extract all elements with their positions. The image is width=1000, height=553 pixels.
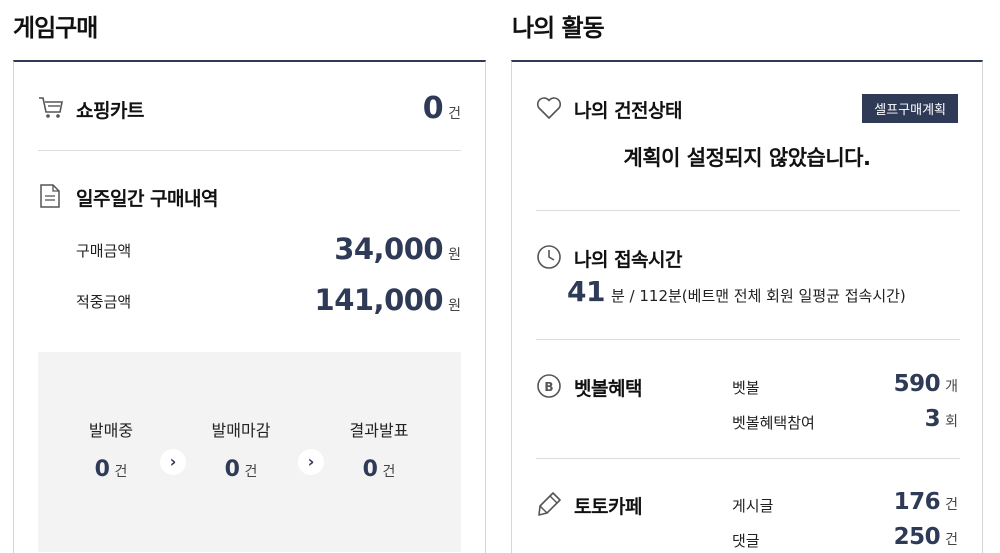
activity-panel: 나의 건전상태 셀프구매계획 계획이 설정되지 않았습니다. 나의 접속시간 4… bbox=[511, 60, 983, 553]
cafe-comments-value[interactable]: 250 건 bbox=[894, 524, 958, 550]
purchase-panel: 쇼핑카트 0건 일주일간 구매내역 구매금액 34,000 원 적중금액 141,… bbox=[13, 60, 486, 553]
toto-cafe-label: 토토카페 bbox=[574, 496, 642, 518]
cafe-comments-number: 250 bbox=[893, 524, 941, 550]
betball-count-unit: 개 bbox=[945, 379, 958, 395]
divider bbox=[536, 458, 960, 459]
betball-b-icon: B bbox=[537, 374, 561, 398]
win-amount-number: 141,000 bbox=[314, 283, 444, 317]
divider bbox=[536, 339, 960, 340]
access-time-label: 나의 접속시간 bbox=[574, 249, 683, 271]
access-minutes: 41 bbox=[567, 275, 605, 308]
cart-count-value: 0 bbox=[422, 91, 444, 126]
self-purchase-plan-button[interactable]: 셀프구매계획 bbox=[862, 94, 958, 123]
stage-on-sale-value: 0 bbox=[94, 457, 110, 482]
betball-count-label: 벳볼 bbox=[732, 379, 760, 397]
stage-closed-count: 0건 bbox=[181, 457, 301, 482]
shopping-cart-label: 쇼핑카트 bbox=[76, 100, 144, 122]
divider bbox=[38, 150, 461, 151]
win-amount-label: 적중금액 bbox=[76, 293, 132, 311]
document-icon bbox=[40, 184, 60, 208]
betball-participation-unit: 회 bbox=[945, 414, 958, 430]
weekly-history-label: 일주일간 구매내역 bbox=[76, 188, 218, 210]
stage-on-sale-unit: 건 bbox=[114, 464, 128, 480]
shopping-cart-count: 0건 bbox=[423, 91, 461, 126]
purchase-amount-value: 34,000 원 bbox=[334, 232, 461, 266]
stage-on-sale[interactable]: 발매중 0건 bbox=[51, 417, 171, 482]
stage-closed[interactable]: 발매마감 0건 bbox=[181, 417, 301, 482]
stage-on-sale-label: 발매중 bbox=[88, 421, 134, 440]
stage-result-unit: 건 bbox=[382, 464, 396, 480]
cart-count-unit: 건 bbox=[448, 106, 461, 122]
clock-icon bbox=[537, 245, 561, 269]
cafe-comments-unit: 건 bbox=[945, 532, 958, 548]
health-status-label: 나의 건전상태 bbox=[574, 100, 683, 122]
stage-result[interactable]: 결과발표 0건 bbox=[319, 417, 439, 482]
pencil-icon bbox=[538, 492, 561, 516]
purchase-amount-number: 34,000 bbox=[334, 232, 444, 266]
win-amount-unit: 원 bbox=[448, 298, 461, 314]
svg-text:B: B bbox=[544, 380, 553, 394]
betball-benefit-label: 벳볼혜택 bbox=[574, 378, 642, 400]
sale-status-box: 발매중 0건 › 발매마감 0건 › 결과발표 0건 bbox=[38, 352, 461, 552]
purchase-amount-unit: 원 bbox=[448, 247, 461, 263]
stage-result-label: 결과발표 bbox=[349, 421, 409, 440]
betball-participation-label: 벳볼혜택참여 bbox=[732, 414, 815, 432]
purchase-amount-label: 구매금액 bbox=[76, 242, 132, 260]
stage-closed-unit: 건 bbox=[244, 464, 258, 480]
cart-icon bbox=[39, 97, 63, 118]
cafe-posts-number: 176 bbox=[893, 489, 941, 515]
cafe-comments-label: 댓글 bbox=[732, 532, 760, 550]
betball-count-value[interactable]: 590 개 bbox=[894, 371, 958, 397]
betball-participation-number: 3 bbox=[924, 406, 941, 432]
stage-on-sale-count: 0건 bbox=[51, 457, 171, 482]
activity-section-title: 나의 활동 bbox=[512, 14, 605, 42]
betball-participation-value[interactable]: 3회 bbox=[925, 406, 958, 432]
stage-result-count: 0건 bbox=[319, 457, 439, 482]
cafe-posts-unit: 건 bbox=[945, 497, 958, 513]
betball-count-number: 590 bbox=[893, 371, 941, 397]
health-notice: 계획이 설정되지 않았습니다. bbox=[623, 146, 871, 170]
cafe-posts-label: 게시글 bbox=[732, 497, 774, 515]
access-detail: 분 / 112분(베트맨 전체 회원 일평균 접속시간) bbox=[610, 287, 906, 305]
stage-closed-value: 0 bbox=[224, 457, 240, 482]
stage-closed-label: 발매마감 bbox=[211, 421, 271, 440]
win-amount-value: 141,000 원 bbox=[315, 283, 461, 317]
heart-icon bbox=[536, 97, 562, 119]
purchase-section-title: 게임구매 bbox=[13, 14, 98, 42]
stage-result-value: 0 bbox=[362, 457, 378, 482]
cafe-posts-value[interactable]: 176 건 bbox=[894, 489, 958, 515]
access-time-value: 41 분 / 112분(베트맨 전체 회원 일평균 접속시간) bbox=[567, 275, 906, 308]
divider bbox=[536, 210, 960, 211]
